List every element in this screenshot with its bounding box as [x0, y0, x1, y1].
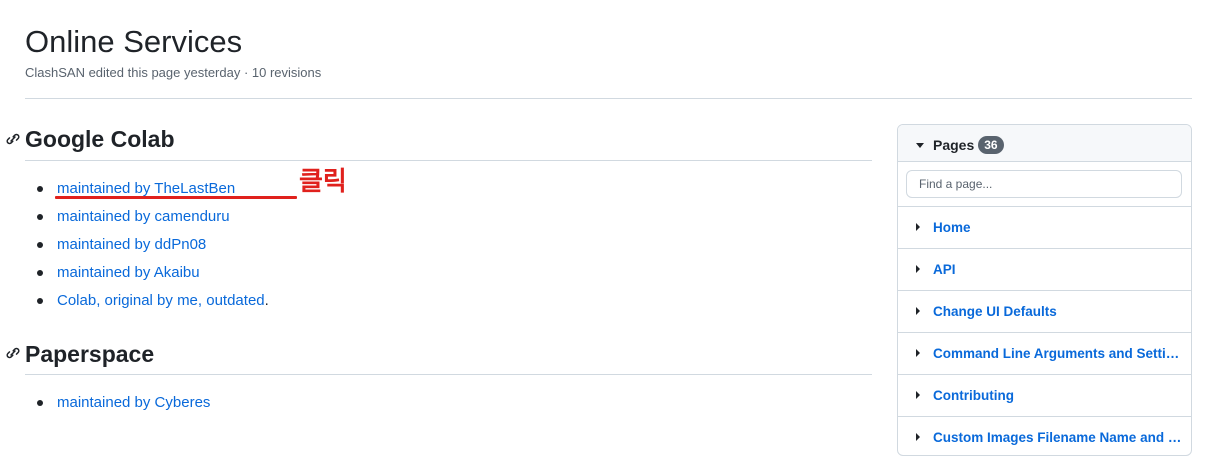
- pages-toggle[interactable]: Pages 36: [916, 136, 1004, 154]
- caret-right-icon[interactable]: [916, 307, 920, 315]
- list-item-suffix: .: [264, 292, 269, 309]
- list-item: maintained by Akaibu: [37, 259, 269, 287]
- caret-right-icon[interactable]: [916, 433, 920, 441]
- link-camenduru[interactable]: maintained by camenduru: [57, 208, 230, 225]
- section-heading-paperspace: Paperspace: [25, 341, 155, 367]
- sidebar-item-home[interactable]: Home: [898, 207, 1191, 249]
- sidebar-item-command-line-arguments[interactable]: Command Line Arguments and Settings: [898, 333, 1191, 375]
- sidebar-item-label[interactable]: Change UI Defaults: [933, 304, 1183, 319]
- link-icon: [6, 347, 20, 359]
- sidebar-item-label[interactable]: Command Line Arguments and Settings: [933, 346, 1183, 361]
- sidebar-item-api[interactable]: API: [898, 249, 1191, 291]
- caret-right-icon[interactable]: [916, 223, 920, 231]
- annotation-underline: [55, 196, 297, 199]
- sidebar-header: Pages 36: [898, 125, 1191, 162]
- link-colab-original[interactable]: Colab, original by me, outdated: [57, 292, 265, 309]
- sidebar-item-change-ui-defaults[interactable]: Change UI Defaults: [898, 291, 1191, 333]
- caret-right-icon[interactable]: [916, 349, 920, 357]
- section-divider: [25, 374, 872, 375]
- sidebar-item-contributing[interactable]: Contributing: [898, 375, 1191, 417]
- caret-right-icon[interactable]: [916, 391, 920, 399]
- find-page-input[interactable]: [906, 170, 1182, 198]
- section-heading-google-colab: Google Colab: [25, 126, 175, 152]
- link-akaibu[interactable]: maintained by Akaibu: [57, 264, 200, 281]
- sidebar-item-label[interactable]: Home: [933, 220, 1183, 235]
- link-anchor-icon[interactable]: [5, 345, 21, 361]
- link-thelastben[interactable]: maintained by TheLastBen: [57, 180, 235, 197]
- list-item: maintained by camenduru: [37, 203, 269, 231]
- sidebar-item-custom-images-filename[interactable]: Custom Images Filename Name and Subdirec…: [898, 417, 1191, 455]
- page-title: Online Services: [25, 24, 243, 59]
- section-divider: [25, 160, 872, 161]
- list-item: maintained by ddPn08: [37, 231, 269, 259]
- link-icon: [6, 133, 20, 145]
- caret-right-icon[interactable]: [916, 265, 920, 273]
- link-anchor-icon[interactable]: [5, 131, 21, 147]
- annotation-text: 클릭: [299, 167, 347, 197]
- header-divider: [25, 98, 1192, 99]
- pages-count-badge: 36: [978, 136, 1004, 154]
- list-item: maintained by Cyberes: [36, 389, 210, 417]
- page-meta: ClashSAN edited this page yesterday · 10…: [25, 65, 322, 80]
- caret-down-icon: [916, 142, 924, 148]
- find-page-container: [898, 162, 1191, 207]
- link-ddpn08[interactable]: maintained by ddPn08: [57, 236, 206, 253]
- sidebar-item-label[interactable]: Contributing: [933, 388, 1183, 403]
- pages-label: Pages: [933, 137, 975, 153]
- sidebar-item-label[interactable]: API: [933, 262, 1183, 277]
- list-item: Colab, original by me, outdated.: [37, 287, 269, 315]
- paperspace-link-list: maintained by Cyberes: [36, 389, 210, 417]
- sidebar-item-label[interactable]: Custom Images Filename Name and Subdirec…: [933, 430, 1183, 445]
- link-cyberes[interactable]: maintained by Cyberes: [57, 394, 210, 411]
- pages-sidebar: Pages 36 Home API Change UI Defaults Com…: [897, 124, 1192, 456]
